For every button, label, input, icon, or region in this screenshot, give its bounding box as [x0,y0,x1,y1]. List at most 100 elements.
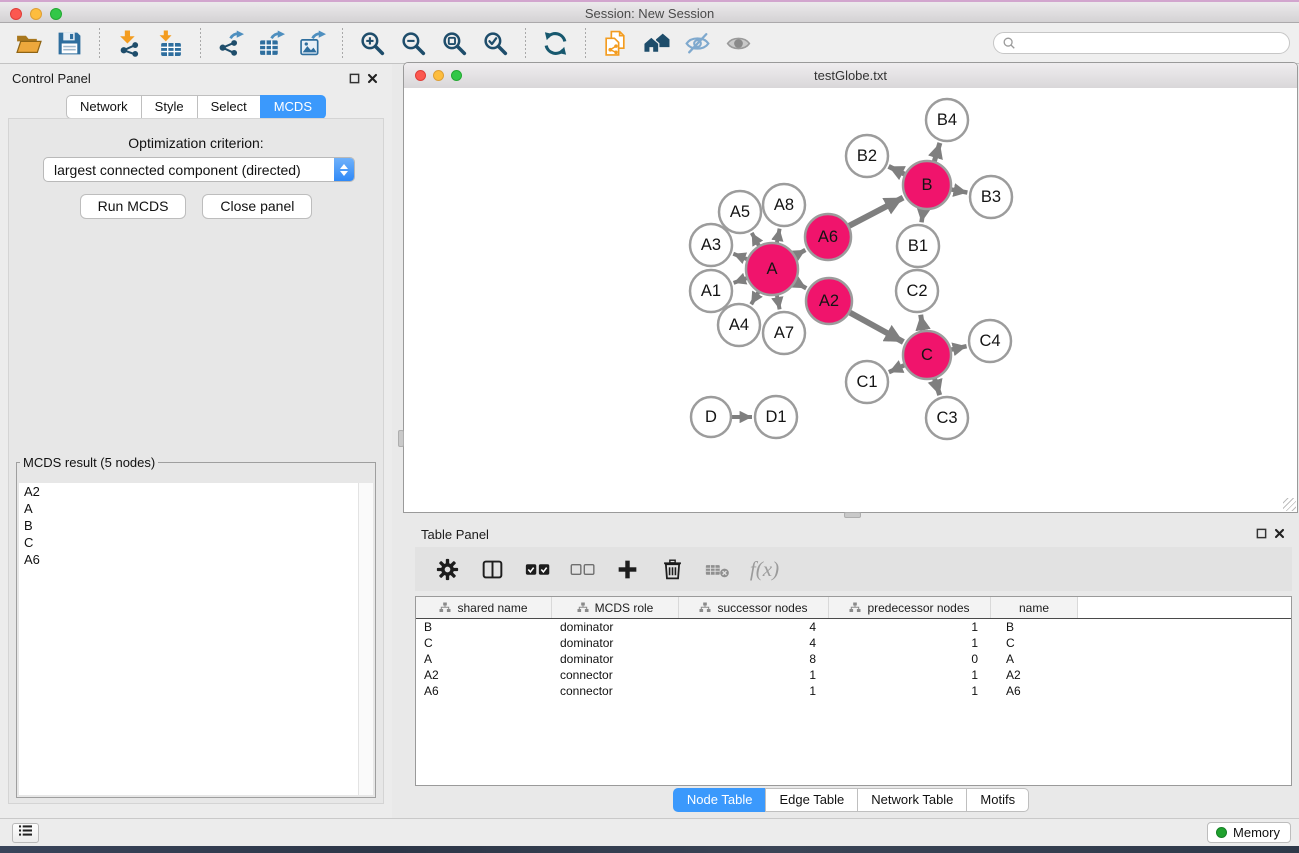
table-cell[interactable]: 1 [829,684,991,698]
tab-network-table[interactable]: Network Table [857,788,967,812]
export-table-icon[interactable] [251,27,292,59]
close-panel-icon[interactable] [365,71,380,86]
table-cell[interactable]: 8 [679,652,829,666]
table-cell[interactable]: connector [552,668,679,682]
column-header-mcds-role[interactable]: MCDS role [552,597,679,618]
node-A8[interactable] [763,184,805,226]
table-cell[interactable]: A6 [416,684,552,698]
search-input[interactable] [1016,34,1289,52]
result-item[interactable]: C [19,534,373,551]
node-A2[interactable] [806,278,852,324]
select-all-icon[interactable] [515,551,560,587]
close-panel-button[interactable]: Close panel [202,194,312,219]
edge-A6-B[interactable] [849,198,903,226]
hide-selected-icon[interactable] [677,27,718,59]
resize-grip-icon[interactable] [1283,498,1296,511]
run-mcds-button[interactable]: Run MCDS [80,194,187,219]
table-row[interactable]: A6connector11A6 [416,683,1291,699]
edge-B-B3[interactable] [952,190,968,193]
table-row[interactable]: A2connector11A2 [416,667,1291,683]
table-cell[interactable]: dominator [552,652,679,666]
tab-mcds[interactable]: MCDS [260,95,326,119]
node-A4[interactable] [718,304,760,346]
zoom-fit-icon[interactable] [434,27,475,59]
table-cell[interactable]: 4 [679,636,829,650]
refresh-icon[interactable] [535,27,576,59]
edge-A-A6[interactable] [795,250,805,256]
node-A3[interactable] [690,224,732,266]
network-canvas[interactable]: B4B2BB3A8A5A6A3B1AA1C2A2A4A7C4CC1C3DD1 [404,88,1297,512]
network-graph[interactable]: B4B2BB3A8A5A6A3B1AA1C2A2A4A7C4CC1C3DD1 [404,88,1297,512]
edge-A-A1[interactable] [734,278,747,283]
node-B4[interactable] [926,99,968,141]
edge-A2-C[interactable] [850,313,903,342]
table-cell[interactable]: A [991,652,1078,666]
table-cell[interactable]: C [416,636,552,650]
table-cell[interactable]: A [416,652,552,666]
edge-A-A5[interactable] [752,233,759,246]
table-cell[interactable]: 0 [829,652,991,666]
table-row[interactable]: Adominator80A [416,651,1291,667]
duplicate-network-icon[interactable] [595,27,636,59]
table-cell[interactable]: A6 [991,684,1078,698]
first-neighbors-icon[interactable] [636,27,677,59]
table-cell[interactable]: 1 [679,668,829,682]
table-row[interactable]: Bdominator41B [416,619,1291,635]
float-panel-icon[interactable] [347,71,362,86]
table-cell[interactable]: A2 [416,668,552,682]
edge-A-A7[interactable] [777,296,780,310]
node-C3[interactable] [926,397,968,439]
show-all-icon[interactable] [718,27,759,59]
column-header-name[interactable]: name [991,597,1078,618]
result-item[interactable]: A6 [19,551,373,568]
edge-C-C2[interactable] [921,315,923,331]
tab-select[interactable]: Select [197,95,261,119]
result-scrollbar[interactable] [358,483,373,795]
result-item[interactable]: A2 [19,483,373,500]
memory-button[interactable]: Memory [1207,822,1291,843]
vertical-scroll-thumb[interactable] [398,430,404,447]
node-D1[interactable] [755,396,797,438]
table-cell[interactable]: 1 [829,668,991,682]
import-network-icon[interactable] [109,27,150,59]
node-C2[interactable] [896,270,938,312]
table-cell[interactable]: 1 [829,620,991,634]
column-header-predecessor-nodes[interactable]: predecessor nodes [829,597,991,618]
search-box[interactable] [993,32,1290,54]
table-cell[interactable]: dominator [552,620,679,634]
horizontal-scroll-thumb[interactable] [844,512,861,518]
zoom-selected-icon[interactable] [475,27,516,59]
criterion-select[interactable]: largest connected component (directed) [43,157,355,182]
table-cell[interactable]: A2 [991,668,1078,682]
table-row[interactable]: Cdominator41C [416,635,1291,651]
delete-column-icon[interactable] [650,551,695,587]
save-session-icon[interactable] [49,27,90,59]
edge-A-A3[interactable] [733,254,747,259]
node-B1[interactable] [897,225,939,267]
table-close-icon[interactable] [1272,526,1287,541]
column-header-successor-nodes[interactable]: successor nodes [679,597,829,618]
edge-C-C4[interactable] [951,346,966,349]
tab-edge-table[interactable]: Edge Table [765,788,858,812]
zoom-in-icon[interactable] [352,27,393,59]
node-C[interactable] [903,331,951,379]
tab-node-table[interactable]: Node Table [673,788,767,812]
node-A[interactable] [746,243,798,295]
edge-A-A4[interactable] [751,292,758,304]
edge-B-B2[interactable] [889,166,905,174]
column-header-shared-name[interactable]: shared name [416,597,552,618]
task-history-button[interactable] [12,823,39,843]
tab-network[interactable]: Network [66,95,142,119]
deselect-all-icon[interactable] [560,551,605,587]
table-cell[interactable]: connector [552,684,679,698]
edge-A-A8[interactable] [777,229,780,243]
node-B[interactable] [903,161,951,209]
table-cell[interactable]: B [991,620,1078,634]
table-cell[interactable]: 1 [829,636,991,650]
node-C4[interactable] [969,320,1011,362]
table-cell[interactable]: dominator [552,636,679,650]
open-session-icon[interactable] [8,27,49,59]
edge-B-B1[interactable] [922,210,924,223]
add-column-icon[interactable] [605,551,650,587]
result-item[interactable]: A [19,500,373,517]
